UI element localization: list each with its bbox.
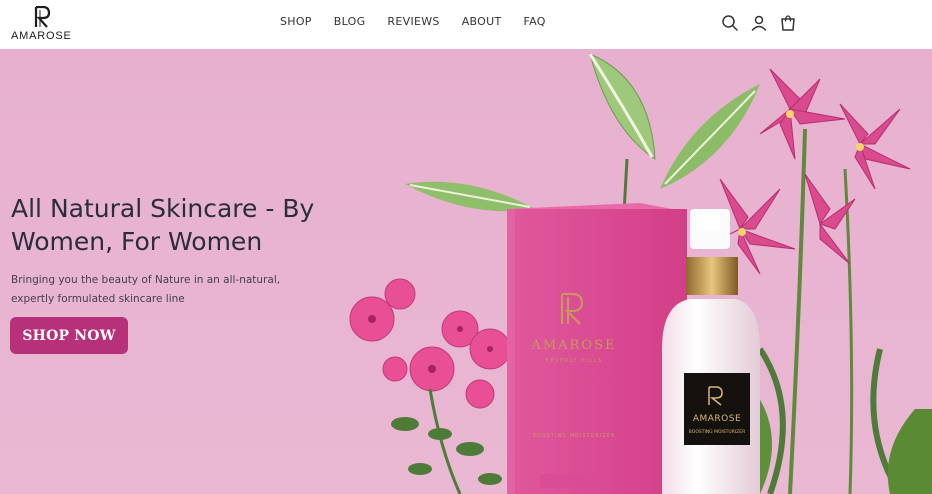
nav-about[interactable]: ABOUT — [462, 15, 502, 28]
box-location: BEVERLY HILLS — [546, 358, 603, 364]
shop-now-button[interactable]: SHOP NOW — [10, 317, 128, 354]
search-icon[interactable] — [720, 13, 740, 33]
nav-blog[interactable]: BLOG — [334, 15, 366, 28]
nav-faq[interactable]: FAQ — [524, 15, 546, 28]
brand-logo[interactable]: AMAROSE — [11, 5, 81, 43]
bottle-product: BOOSTING MOISTURIZER — [689, 429, 745, 435]
header-actions — [720, 13, 807, 33]
nav-reviews[interactable]: REVIEWS — [387, 15, 439, 28]
account-icon[interactable] — [749, 13, 769, 33]
cart-icon[interactable] — [778, 13, 798, 33]
brand-monogram-icon — [34, 6, 51, 28]
box-product: BOOSTING MOISTURIZER — [533, 433, 616, 439]
brand-name: AMAROSE — [11, 30, 72, 42]
hero-subtitle: Bringing you the beauty of Nature in an … — [11, 274, 281, 305]
hero-banner: AMAROSE BEVERLY HILLS BOOSTING MOISTURIZ… — [0, 49, 932, 494]
box-brand: AMAROSE — [531, 338, 617, 353]
site-header: AMAROSE SHOP BLOG REVIEWS ABOUT FAQ — [0, 0, 932, 49]
nav-shop[interactable]: SHOP — [280, 15, 312, 28]
bottle-brand: AMAROSE — [693, 414, 741, 424]
hero-title: All Natural Skincare - By Women, For Wom… — [11, 194, 315, 256]
main-nav: SHOP BLOG REVIEWS ABOUT FAQ — [280, 15, 568, 28]
